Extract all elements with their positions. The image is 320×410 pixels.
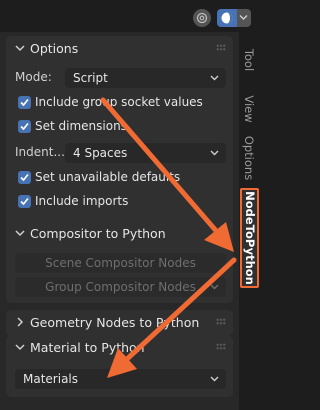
chevron-right-icon (17, 317, 24, 327)
options-panel-title: Options (30, 41, 79, 56)
material-to-python-panel: Material to Python Materials (6, 335, 233, 397)
drag-handle-icon[interactable] (216, 318, 226, 325)
chevron-down-icon (210, 376, 219, 382)
set-unavailable-defaults-label: Set unavailable defaults (35, 170, 181, 184)
tab-tool[interactable]: Tool (239, 34, 259, 86)
drag-handle-icon[interactable] (216, 229, 226, 236)
chevron-down-icon (210, 75, 219, 81)
drag-handle-icon[interactable] (216, 44, 226, 51)
material-panel-header[interactable]: Material to Python (6, 335, 233, 361)
chevron-down-icon (15, 344, 25, 351)
mode-label: Mode: (15, 70, 52, 84)
tab-view[interactable]: View (239, 86, 259, 132)
checkbox-checked-icon[interactable] (18, 120, 31, 133)
viewport-header (0, 0, 259, 32)
indentation-value: 4 Spaces (73, 146, 128, 160)
compositor-panel-header[interactable]: Compositor to Python (6, 221, 233, 247)
viewport-shading-icon[interactable] (217, 9, 237, 27)
group-compositor-nodes-label: Group Compositor Nodes (45, 280, 196, 294)
mode-value: Script (73, 71, 108, 85)
drag-handle-icon[interactable] (216, 343, 226, 350)
sidebar-region: Options Mode: Script Include group socke… (0, 32, 239, 410)
tab-nodetopython[interactable]: NodeToPython (240, 188, 259, 288)
options-panel: Options Mode: Script Include group socke… (6, 36, 233, 246)
include-imports-label: Include imports (35, 194, 129, 208)
tab-nodetopython-label: NodeToPython (242, 191, 257, 285)
tab-options-label: Options (242, 135, 256, 181)
options-panel-header[interactable]: Options (6, 36, 233, 62)
indentation-label: Indent... (15, 145, 65, 159)
shading-dropdown-button[interactable] (237, 9, 251, 27)
scene-compositor-nodes-button[interactable]: Scene Compositor Nodes (15, 253, 226, 273)
chevron-down-icon (210, 150, 219, 156)
sidebar-tabs: Tool View Options NodeToPython (239, 32, 259, 410)
tab-view-label: View (242, 95, 256, 123)
checkbox-checked-icon[interactable] (18, 195, 31, 208)
geometry-panel-header[interactable]: Geometry Nodes to Python (6, 310, 233, 336)
include-group-socket-values-label: Include group socket values (35, 95, 203, 109)
compositor-panel-title: Compositor to Python (30, 226, 166, 241)
overlay-icon[interactable] (193, 9, 211, 27)
checkbox-checked-icon[interactable] (18, 96, 31, 109)
geometry-panel-title: Geometry Nodes to Python (30, 315, 200, 330)
chevron-down-icon (210, 284, 219, 290)
material-panel-title: Material to Python (30, 340, 145, 355)
chevron-down-icon (15, 45, 25, 52)
checkbox-checked-icon[interactable] (18, 171, 31, 184)
materials-label: Materials (23, 372, 79, 386)
tab-options[interactable]: Options (239, 132, 259, 184)
tab-tool-label: Tool (242, 48, 256, 72)
chevron-down-icon (15, 230, 25, 237)
compositor-to-python-panel: Compositor to Python Scene Compositor No… (6, 221, 233, 303)
indentation-dropdown[interactable]: 4 Spaces (65, 143, 226, 163)
group-compositor-nodes-dropdown[interactable]: Group Compositor Nodes (15, 277, 226, 297)
scene-compositor-nodes-label: Scene Compositor Nodes (45, 256, 196, 270)
set-dimensions-label: Set dimensions (35, 119, 127, 133)
mode-dropdown[interactable]: Script (65, 68, 226, 88)
geometry-nodes-to-python-panel: Geometry Nodes to Python (6, 310, 233, 336)
materials-dropdown[interactable]: Materials (15, 369, 226, 389)
